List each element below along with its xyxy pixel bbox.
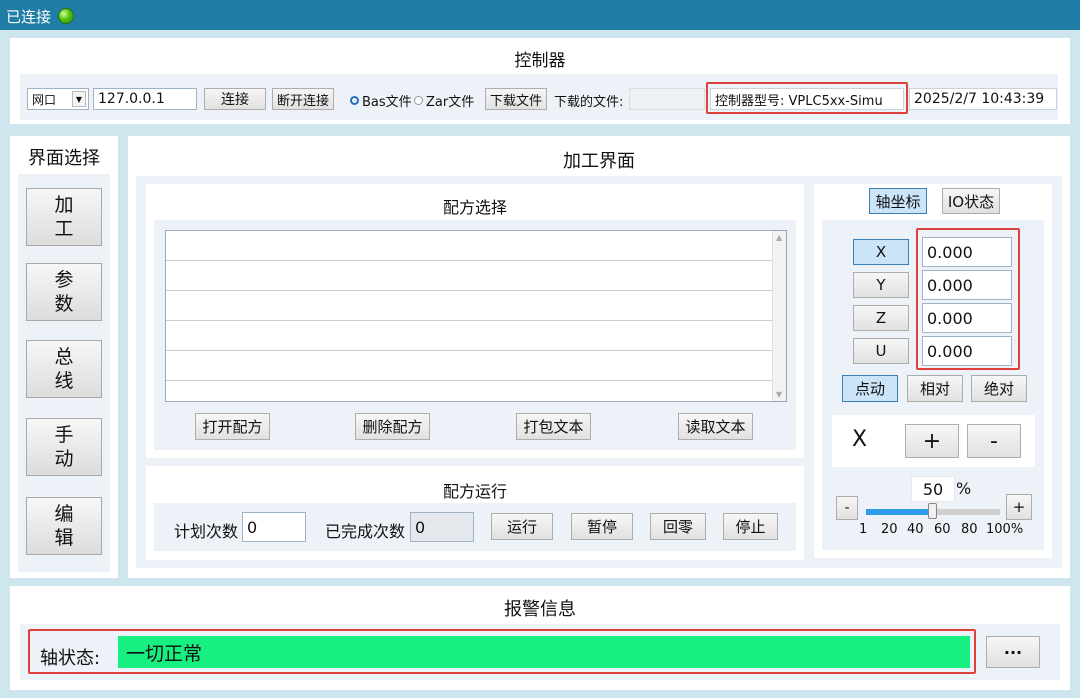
nav-manual-button[interactable]: 手 动 [26,418,102,476]
read-text-button[interactable]: 读取文本 [678,413,753,440]
tab-axis-coords[interactable]: 轴坐标 [869,188,927,214]
pause-button[interactable]: 暂停 [571,513,633,540]
plan-count-label: 计划次数 [174,522,239,541]
nav-params-button[interactable]: 参 数 [26,263,102,321]
recipe-run-header: 配方运行 [442,482,507,501]
downloaded-file-label: 下载的文件: [554,95,624,110]
nav-label-line2: 辑 [54,527,74,549]
speed-value: 50 [911,476,955,502]
plan-count-input[interactable]: 0 [242,512,306,542]
delete-recipe-button[interactable]: 删除配方 [355,413,430,440]
done-count-field: 0 [410,512,474,542]
axis-x-button[interactable]: X [853,239,909,265]
alarm-header: 报警信息 [504,599,576,620]
nav-label-line1: 参 [54,269,74,291]
pack-text-button[interactable]: 打包文本 [516,413,591,440]
download-file-button[interactable]: 下载文件 [485,88,547,110]
axis-y-button[interactable]: Y [853,272,909,298]
nav-label-line1: 编 [54,503,74,525]
nav-label-line2: 数 [54,293,74,315]
recipe-select-header: 配方选择 [442,198,507,217]
ip-input[interactable]: 127.0.0.1 [93,88,197,110]
jog-minus-button[interactable]: - [967,424,1021,458]
axis-u-button[interactable]: U [853,338,909,364]
scroll-up-icon[interactable]: ▲ [776,233,782,242]
mode-jog-button[interactable]: 点动 [842,375,898,402]
highlight-box [706,82,908,114]
radio-unselected-icon [414,96,423,105]
mode-relative-button[interactable]: 相对 [907,375,963,402]
radio-zar[interactable]: Zar文件 [414,91,474,110]
list-item[interactable] [166,261,772,291]
radio-bas[interactable]: Bas文件 [350,91,412,110]
slider-tick-label: 20 [881,522,898,537]
nav-label-line2: 动 [54,448,74,470]
connection-status-text: 已连接 [6,8,52,26]
nav-process-button[interactable]: 加 工 [26,188,102,246]
speed-plus-button[interactable]: + [1006,494,1032,520]
axis-z-button[interactable]: Z [853,305,909,331]
port-select[interactable]: 网口 ▼ [27,88,89,110]
speed-minus-button[interactable]: - [836,496,858,520]
slider-tick-label: 40 [907,522,924,537]
slider-tick-label: 1 [859,522,868,537]
stop-button[interactable]: 停止 [723,513,778,540]
nav-label-line1: 手 [54,424,74,446]
datetime-field: 2025/2/7 10:43:39 [909,88,1057,110]
port-select-value: 网口 [32,92,57,107]
nav-bus-button[interactable]: 总 线 [26,340,102,398]
controller-header: 控制器 [514,51,566,71]
nav-edit-button[interactable]: 编 辑 [26,497,102,555]
more-button[interactable]: ··· [986,636,1040,668]
connection-led-icon [58,8,74,24]
open-recipe-button[interactable]: 打开配方 [195,413,270,440]
radio-bas-label: Bas文件 [362,95,412,110]
slider-tick-label: 80 [961,522,978,537]
home-button[interactable]: 回零 [650,513,706,540]
title-bar: 已连接 [0,0,1080,30]
speed-slider-fill [866,509,933,515]
jog-axis-label: X [852,427,868,452]
speed-slider-thumb[interactable] [928,503,937,519]
process-header: 加工界面 [563,151,635,172]
nav-label-line2: 线 [54,370,74,392]
radio-selected-icon [350,96,359,105]
disconnect-button[interactable]: 断开连接 [272,88,334,110]
run-button[interactable]: 运行 [491,513,553,540]
done-count-label: 已完成次数 [325,522,406,541]
slider-tick-label: 100% [986,522,1024,537]
radio-zar-label: Zar文件 [426,95,475,110]
speed-unit: % [956,479,972,498]
list-item[interactable] [166,231,772,261]
nav-label-line1: 加 [54,194,74,216]
nav-label-line2: 工 [54,218,74,240]
highlight-box [916,228,1020,370]
jog-plus-button[interactable]: + [905,424,959,458]
list-scrollbar[interactable]: ▲ ▼ [772,231,786,401]
list-item[interactable] [166,351,772,381]
list-item[interactable] [166,321,772,351]
scroll-down-icon[interactable]: ▼ [776,390,782,399]
recipe-list[interactable]: ▲ ▼ [165,230,787,402]
connect-button[interactable]: 连接 [204,88,266,110]
tab-io-status[interactable]: IO状态 [942,188,1000,214]
highlight-box [28,629,976,674]
downloaded-file-field [629,88,705,110]
nav-header: 界面选择 [28,148,100,169]
list-item[interactable] [166,291,772,321]
slider-tick-label: 60 [934,522,951,537]
nav-label-line1: 总 [54,346,74,368]
mode-absolute-button[interactable]: 绝对 [971,375,1027,402]
chevron-down-icon: ▼ [72,91,86,107]
